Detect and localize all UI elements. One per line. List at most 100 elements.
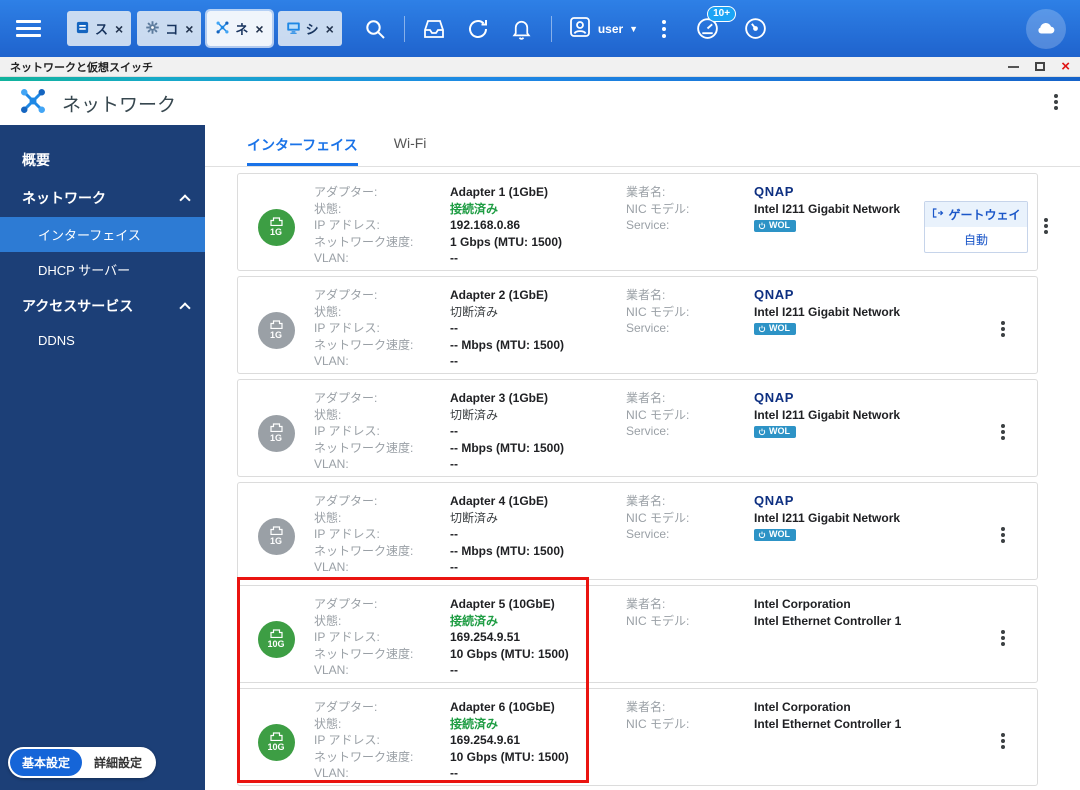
adapter-ip: --	[450, 424, 458, 438]
adapter-name: Adapter 2 (1GbE)	[450, 288, 549, 302]
tab-close-icon[interactable]: ×	[255, 22, 263, 36]
refresh-icon[interactable]	[461, 12, 495, 46]
adapter-connected-icon: 1G	[257, 208, 295, 246]
adapter-ip: 169.254.9.51	[450, 630, 521, 644]
sidebar-item-overview[interactable]: 概要	[0, 141, 205, 179]
sidebar-item-label: DHCP サーバー	[38, 263, 131, 278]
minimize-button[interactable]	[1008, 65, 1020, 68]
field-labels: アダプター: 状態: IP アドレス: ネットワーク速度: VLAN:	[314, 700, 414, 780]
content-tabbar: インターフェイス Wi-Fi	[205, 125, 1080, 167]
adapter-card-3: 1G アダプター: 状態: IP アドレス: ネットワーク速度: VLAN: Adapt…	[237, 379, 1038, 477]
tab-close-icon[interactable]: ×	[326, 22, 334, 36]
sidebar-item-label: アクセスサービス	[22, 298, 134, 314]
field-labels: アダプター: 状態: IP アドレス: ネットワーク速度: VLAN:	[314, 494, 414, 574]
adapter-ip: 169.254.9.61	[450, 733, 521, 747]
adapter-ip: --	[450, 321, 458, 335]
gateway-button[interactable]: ゲートウェイ 自動	[924, 201, 1028, 253]
nic-model: Intel Ethernet Controller 1	[754, 613, 902, 628]
sidebar-item-label: 概要	[22, 152, 50, 168]
wol-badge: WOL	[754, 322, 796, 336]
taskbar-tabs: ス × コ × ネ × シ ×	[67, 9, 342, 48]
taskbar-tab-storage[interactable]: ス ×	[67, 11, 132, 46]
field-labels: アダプター: 状態: IP アドレス: ネットワーク速度: VLAN:	[314, 391, 414, 471]
tab-wifi[interactable]: Wi-Fi	[394, 135, 427, 166]
network-app-icon	[215, 20, 230, 38]
adapter-vlan: --	[450, 766, 458, 780]
window-titlebar: ネットワークと仮想スイッチ ×	[0, 57, 1080, 77]
maximize-button[interactable]	[1035, 62, 1046, 71]
gear-icon	[145, 20, 160, 38]
sidebar-group-access-services[interactable]: アクセスサービス	[0, 287, 205, 325]
nic-model: Intel I211 Gigabit Network	[754, 304, 901, 319]
close-button[interactable]: ×	[1061, 59, 1070, 74]
sidebar-item-interfaces[interactable]: インターフェイス	[0, 217, 205, 252]
window-title: ネットワークと仮想スイッチ	[10, 61, 153, 74]
adapter-disconnected-icon: 1G	[257, 311, 295, 349]
adapter-menu-button[interactable]	[1001, 424, 1007, 442]
sidebar-group-network[interactable]: ネットワーク	[0, 179, 205, 217]
adapter-name: Adapter 5 (10GbE)	[450, 597, 555, 611]
taskbar-divider	[403, 15, 405, 42]
adapter-card-1: 1G アダプター: 状態: IP アドレス: ネットワーク速度: VLAN: Adapt…	[237, 173, 1048, 271]
tab-close-icon[interactable]: ×	[185, 22, 193, 36]
wol-badge: WOL	[754, 528, 796, 542]
sidebar-item-dhcp-server[interactable]: DHCP サーバー	[0, 252, 205, 287]
main-menu-button[interactable]	[16, 20, 41, 37]
resource-monitor-icon[interactable]	[738, 12, 772, 46]
advanced-settings-button[interactable]: 詳細設定	[82, 749, 154, 776]
adapter-vlan: --	[450, 354, 458, 368]
taskbar-tab-control-panel[interactable]: コ ×	[137, 11, 202, 46]
tab-close-icon[interactable]: ×	[115, 22, 123, 36]
adapter-status: 切断済み	[450, 510, 499, 525]
taskbar-divider	[550, 15, 552, 42]
adapter-menu-button[interactable]	[1044, 218, 1050, 236]
notification-bell-icon[interactable]	[505, 12, 539, 46]
app-header: ネットワーク	[0, 81, 1080, 125]
nic-model: Intel I211 Gigabit Network	[754, 407, 901, 422]
storage-app-icon	[75, 20, 90, 38]
taskbar-tab-system[interactable]: シ ×	[277, 11, 342, 46]
adapter-menu-button[interactable]	[1001, 733, 1007, 751]
adapter-name: Adapter 1 (1GbE)	[450, 185, 549, 199]
vendor-name: Intel Corporation	[754, 597, 851, 611]
page-title: ネットワーク	[62, 94, 177, 116]
adapter-vlan: --	[450, 457, 458, 471]
settings-mode-toggle: 基本設定 詳細設定	[8, 747, 157, 778]
tab-interfaces[interactable]: インターフェイス	[247, 135, 358, 166]
vendor-labels: 業者名: NIC モデル:	[626, 597, 690, 628]
taskbar-tab-network[interactable]: ネ ×	[205, 9, 274, 48]
adapter-menu-button[interactable]	[1001, 321, 1007, 339]
tab-label: ネ	[235, 22, 249, 37]
search-icon[interactable]	[358, 12, 392, 46]
sidebar-item-ddns[interactable]: DDNS	[0, 325, 205, 356]
adapter-connected-icon: 10G	[257, 620, 295, 658]
adapter-menu-button[interactable]	[1001, 630, 1007, 648]
adapter-vlan: --	[450, 251, 458, 265]
main-content: インターフェイス Wi-Fi 1G アダプター: 状態: IP アドレス: ネットワー…	[205, 125, 1080, 790]
wol-badge: WOL	[754, 219, 796, 233]
field-labels: アダプター: 状態: IP アドレス: ネットワーク速度: VLAN:	[314, 185, 414, 265]
adapter-card-6: 10G アダプター: 状態: IP アドレス: ネットワーク速度: VLAN: Adap…	[237, 688, 1038, 786]
more-options-icon[interactable]	[648, 12, 682, 46]
basic-settings-button[interactable]: 基本設定	[10, 749, 83, 776]
sidebar: 概要 ネットワーク インターフェイス DHCP サーバー アクセスサービス DD…	[0, 125, 205, 790]
more-options-icon[interactable]	[1054, 94, 1060, 112]
adapter-vlan: --	[450, 560, 458, 574]
adapter-status: 接続済み	[450, 716, 499, 731]
background-tasks-icon[interactable]	[417, 12, 451, 46]
user-avatar-icon	[568, 15, 592, 42]
dashboard-icon[interactable]: 10+	[690, 5, 737, 46]
user-label: user	[597, 21, 624, 36]
chevron-down-icon: ▼	[629, 23, 639, 34]
adapter-status: 切断済み	[450, 304, 499, 319]
tab-label: コ	[165, 22, 179, 37]
chevron-up-icon	[179, 301, 191, 314]
tab-label: シ	[305, 22, 319, 37]
vendor-logo: QNAP	[754, 493, 794, 508]
adapter-menu-button[interactable]	[1001, 527, 1007, 545]
vendor-logo: QNAP	[754, 184, 794, 199]
adapter-name: Adapter 3 (1GbE)	[450, 391, 549, 405]
user-menu-button[interactable]: user ▼	[564, 15, 642, 42]
network-app-icon	[18, 86, 48, 121]
myqnapcloud-icon[interactable]	[1026, 8, 1066, 49]
